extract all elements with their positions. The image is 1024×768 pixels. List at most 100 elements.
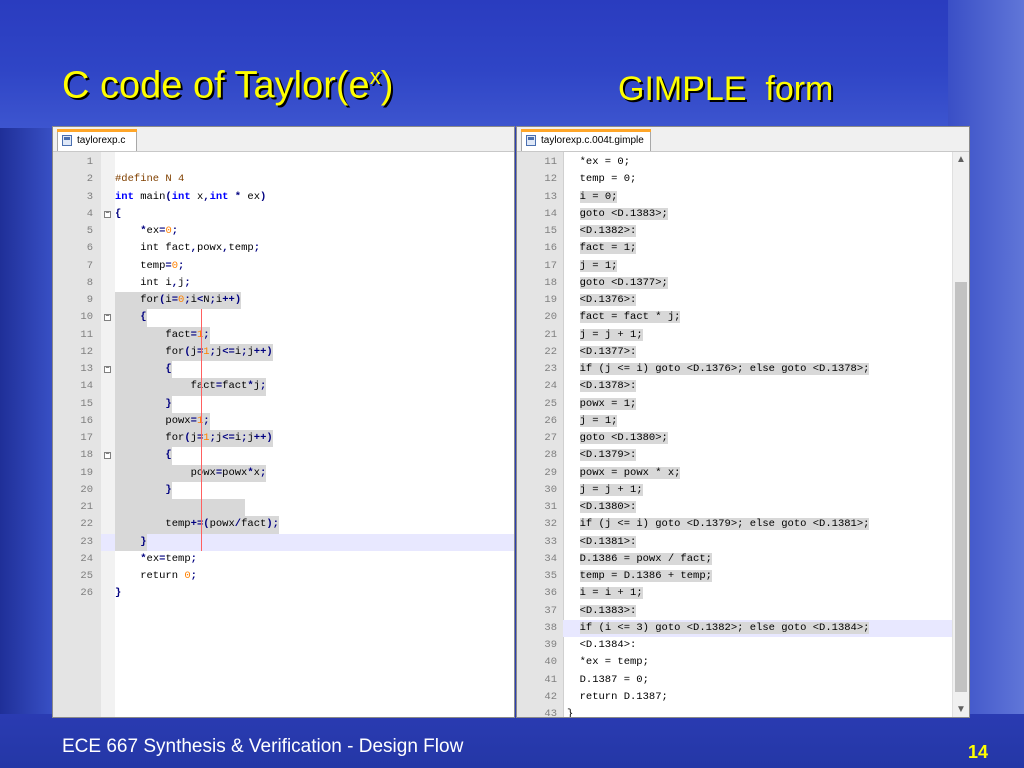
- code-line[interactable]: 33 <D.1381>:: [517, 534, 953, 551]
- code-line[interactable]: 25 return 0;: [53, 568, 514, 585]
- line-number: 23: [544, 363, 557, 375]
- code-line[interactable]: 42 return D.1387;: [517, 689, 953, 706]
- fold-box-icon[interactable]: −: [104, 314, 111, 322]
- gimple-tabbar: taylorexp.c.004t.gimple: [517, 127, 969, 152]
- line-number: 38: [544, 621, 557, 634]
- line-number: 7: [86, 259, 93, 272]
- code-text: }: [567, 708, 574, 718]
- c-source-tabbar: taylorexp.c: [53, 127, 514, 152]
- code-line[interactable]: 11 *ex = 0;: [517, 154, 953, 171]
- code-line[interactable]: 16 fact = 1;: [517, 240, 953, 257]
- code-line[interactable]: 8 int i,j;: [53, 275, 514, 292]
- code-line[interactable]: 25 powx = 1;: [517, 396, 953, 413]
- code-text: {: [115, 361, 172, 379]
- code-line[interactable]: 17 j = 1;: [517, 258, 953, 275]
- line-number: 29: [544, 466, 557, 479]
- code-line[interactable]: 38 if (i <= 3) goto <D.1382>; else goto …: [517, 620, 953, 637]
- code-line[interactable]: 26 j = 1;: [517, 413, 953, 430]
- code-text: *ex = temp;: [567, 656, 649, 669]
- code-text: fact = fact * j;: [579, 311, 681, 324]
- code-line[interactable]: 41 D.1387 = 0;: [517, 672, 953, 689]
- code-text: goto <D.1380>;: [579, 432, 668, 444]
- code-line[interactable]: 27 goto <D.1380>;: [517, 430, 953, 447]
- fold-box-icon[interactable]: −: [104, 210, 111, 218]
- code-line[interactable]: 3 int main(int x,int * ex): [53, 189, 514, 206]
- fold-box-icon[interactable]: −: [104, 366, 111, 373]
- code-line[interactable]: 36 i = i + 1;: [517, 585, 953, 602]
- code-line[interactable]: 23 }: [53, 533, 514, 551]
- code-line[interactable]: 37 <D.1383>:: [517, 603, 953, 620]
- c-source-code-area[interactable]: 1 2 #define N 4 3 int main(int x,int * ex) 4{…: [53, 152, 514, 717]
- code-line[interactable]: 5 *ex=0;: [53, 223, 514, 240]
- code-line[interactable]: 2 #define N 4: [53, 171, 514, 188]
- code-line[interactable]: 40 *ex = temp;: [517, 654, 953, 671]
- code-line[interactable]: 34 D.1386 = powx / fact;: [517, 551, 953, 568]
- line-number: 12: [544, 173, 557, 186]
- code-line[interactable]: 19 powx=powx*x;: [53, 464, 514, 482]
- code-line[interactable]: 11 fact=1;: [53, 326, 514, 344]
- code-text: <D.1380>:: [579, 501, 637, 513]
- code-line[interactable]: 28 <D.1379>:: [517, 447, 953, 464]
- code-line[interactable]: 14 goto <D.1383>;: [517, 206, 953, 223]
- scroll-down-icon[interactable]: ▼: [956, 704, 966, 715]
- code-text: [115, 499, 245, 517]
- scrollbar-thumb[interactable]: [955, 282, 967, 692]
- title-main-text: C code of Taylor(e: [62, 64, 370, 107]
- code-line[interactable]: 35 temp = D.1386 + temp;: [517, 568, 953, 585]
- code-line[interactable]: 21 j = j + 1;: [517, 327, 953, 344]
- code-text: temp = 0;: [567, 173, 637, 186]
- code-line[interactable]: 18 goto <D.1377>;: [517, 275, 953, 292]
- code-line[interactable]: 7 temp=0;: [53, 258, 514, 275]
- code-text: if (j <= i) goto <D.1379>; else goto <D.…: [579, 518, 870, 531]
- vertical-scrollbar[interactable]: ▲ ▼: [952, 152, 969, 717]
- code-text: int main(int x,int * ex): [115, 190, 267, 203]
- tab-taylorexp-c[interactable]: taylorexp.c: [57, 129, 137, 151]
- code-line[interactable]: 12 for(j=1;j<=i;j++): [53, 343, 514, 361]
- line-number: 42: [544, 690, 557, 703]
- code-line[interactable]: 22 temp+=(powx/fact);: [53, 516, 514, 534]
- code-line[interactable]: 19 <D.1376>:: [517, 292, 953, 309]
- tab-taylorexp-gimple[interactable]: taylorexp.c.004t.gimple: [521, 129, 651, 151]
- code-text: powx=1;: [115, 412, 210, 430]
- code-line[interactable]: 43}: [517, 706, 953, 718]
- code-line[interactable]: 24 *ex=temp;: [53, 551, 514, 568]
- code-line[interactable]: 26}: [53, 585, 514, 602]
- line-number: 25: [544, 397, 557, 410]
- code-text: }: [115, 395, 172, 413]
- code-line[interactable]: 14 fact=fact*j;: [53, 378, 514, 396]
- code-line[interactable]: 13 {−: [53, 361, 514, 379]
- code-line[interactable]: 23 if (j <= i) goto <D.1376>; else goto …: [517, 361, 953, 378]
- code-line[interactable]: 20 fact = fact * j;: [517, 309, 953, 326]
- line-number: 19: [544, 294, 557, 306]
- code-text: *ex=0;: [140, 225, 179, 237]
- code-line[interactable]: 17 for(j=1;j<=i;j++): [53, 430, 514, 448]
- code-line[interactable]: 12 temp = 0;: [517, 171, 953, 188]
- code-line[interactable]: 15 <D.1382>:: [517, 223, 953, 240]
- gimple-code-area[interactable]: 11 *ex = 0; 12 temp = 0; 13 i = 0; 14 goto …: [517, 152, 953, 717]
- code-text: temp+=(powx/fact);: [115, 516, 279, 534]
- code-line[interactable]: 15 }: [53, 395, 514, 413]
- code-line[interactable]: 24 <D.1378>:: [517, 378, 953, 395]
- code-line[interactable]: 18 {−: [53, 447, 514, 465]
- scroll-up-icon[interactable]: ▲: [956, 154, 966, 165]
- code-line[interactable]: 1: [53, 154, 514, 171]
- code-line[interactable]: 30 j = j + 1;: [517, 482, 953, 499]
- code-line[interactable]: 6 int fact,powx,temp;: [53, 240, 514, 257]
- code-line[interactable]: 4 {−: [53, 206, 514, 223]
- line-number: 22: [544, 345, 557, 358]
- code-line[interactable]: 31 <D.1380>:: [517, 499, 953, 516]
- code-line[interactable]: 32 if (j <= i) goto <D.1379>; else goto …: [517, 516, 953, 533]
- line-number: 24: [80, 552, 93, 565]
- fold-box-icon[interactable]: −: [104, 452, 111, 460]
- code-line[interactable]: 22 <D.1377>:: [517, 344, 953, 361]
- code-line[interactable]: 13 i = 0;: [517, 189, 953, 206]
- code-line[interactable]: 20 }: [53, 481, 514, 499]
- code-line[interactable]: 9 for(i=0;i<N;i++): [53, 292, 514, 310]
- code-line[interactable]: 21: [53, 499, 514, 517]
- code-line[interactable]: 39 <D.1384>:: [517, 637, 953, 654]
- line-number: 14: [80, 380, 93, 393]
- code-line[interactable]: 16 powx=1;: [53, 412, 514, 430]
- line-number: 34: [544, 552, 557, 565]
- code-line[interactable]: 10 {−: [53, 309, 514, 327]
- code-line[interactable]: 29 powx = powx * x;: [517, 465, 953, 482]
